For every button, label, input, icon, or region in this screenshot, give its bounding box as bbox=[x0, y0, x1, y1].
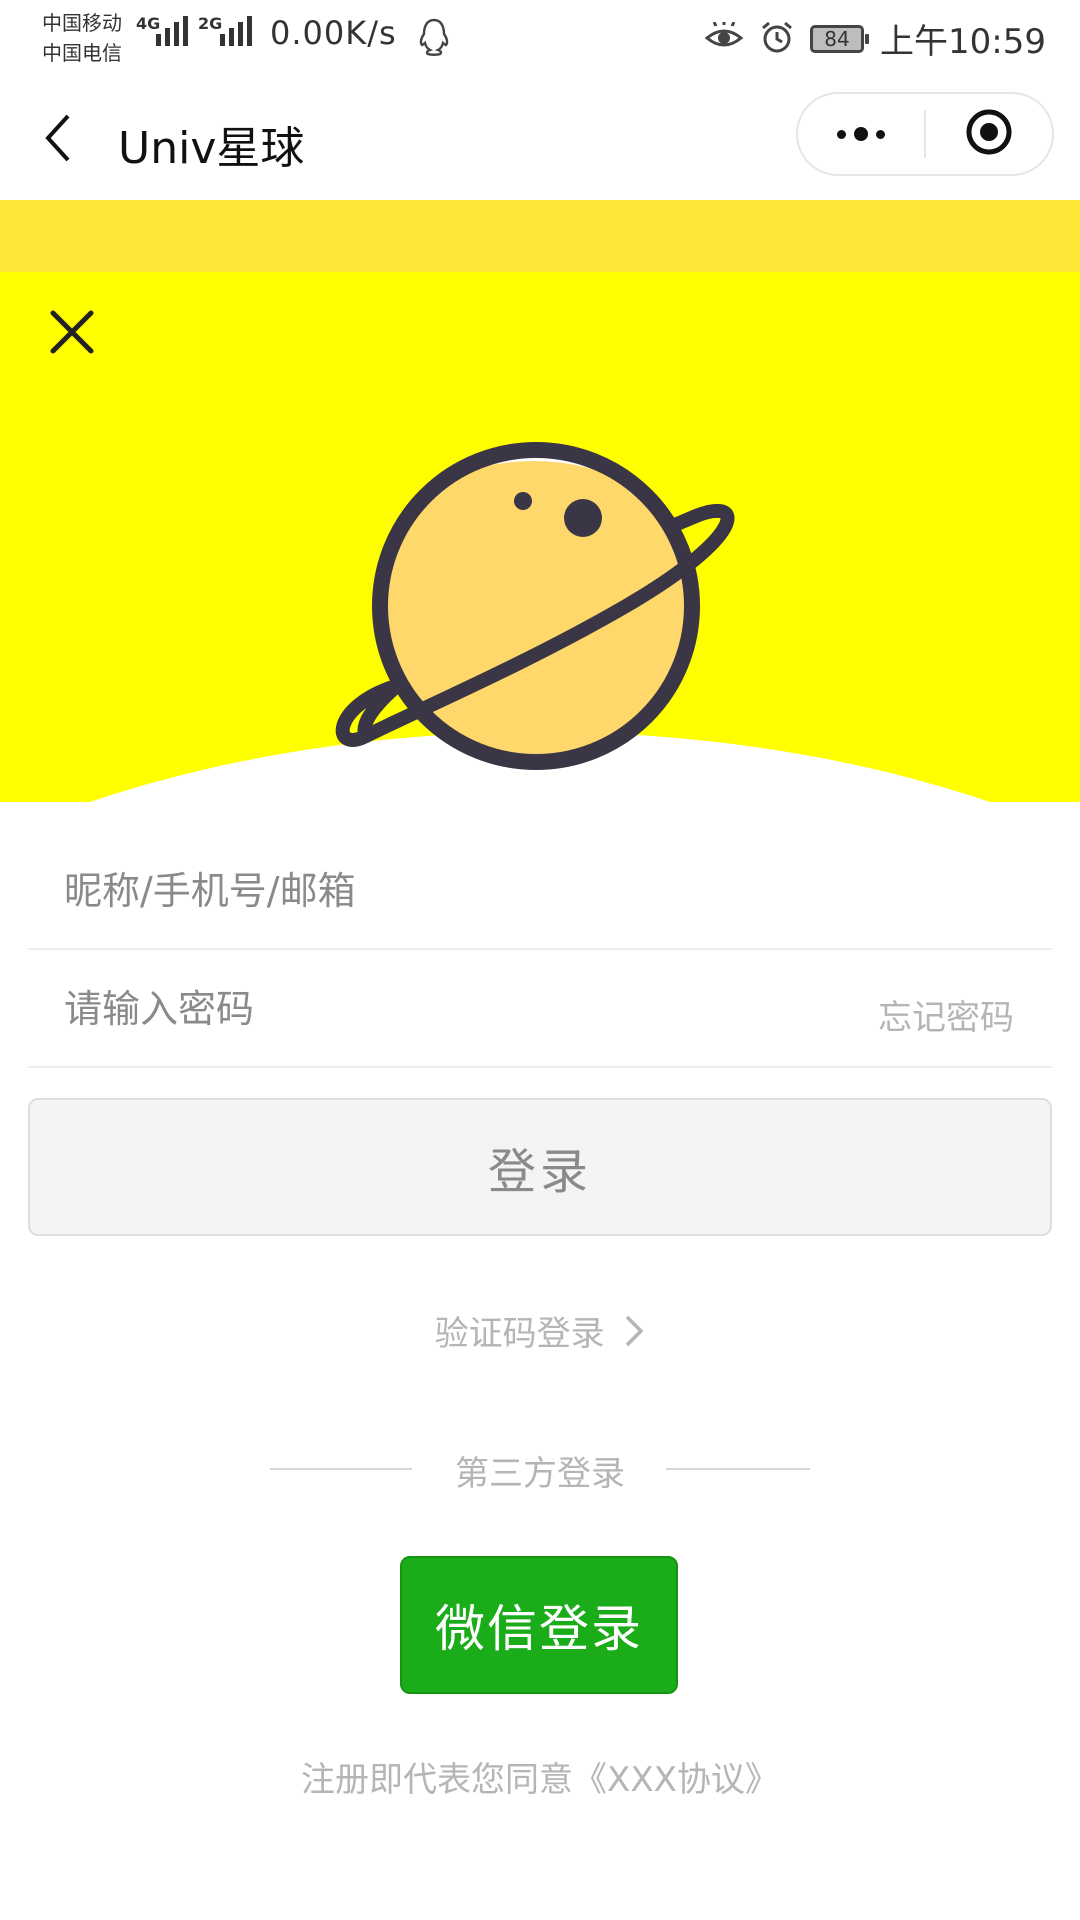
wechat-login-button[interactable]: 微信登录 bbox=[400, 1556, 678, 1694]
carrier-info: 中国移动 中国电信 bbox=[42, 8, 132, 68]
back-arrow-icon[interactable] bbox=[40, 112, 76, 168]
mini-program-capsule bbox=[796, 92, 1054, 176]
login-button[interactable]: 登录 bbox=[28, 1098, 1052, 1236]
forgot-password-link[interactable]: 忘记密码 bbox=[878, 990, 1014, 1039]
signal-bars-2-icon bbox=[220, 16, 252, 46]
signal-bars-1-icon bbox=[156, 16, 188, 46]
clock-time: 上午10:59 bbox=[880, 22, 1046, 62]
battery-icon: 84 bbox=[810, 24, 870, 53]
sms-login-link[interactable]: 验证码登录 bbox=[0, 1306, 1080, 1358]
target-close-icon bbox=[964, 107, 1014, 161]
username-input[interactable] bbox=[64, 834, 824, 948]
chevron-right-icon bbox=[623, 1313, 645, 1358]
planet-logo bbox=[326, 436, 756, 790]
status-right: 84 上午10:59 bbox=[704, 14, 1046, 63]
eye-icon bbox=[704, 20, 744, 56]
more-dots-icon bbox=[837, 127, 885, 141]
qq-penguin-icon bbox=[418, 18, 450, 60]
navigation-bar: Univ星球 bbox=[0, 78, 1080, 200]
network-speed: 0.00K/s bbox=[270, 14, 397, 52]
hero-banner bbox=[0, 272, 1080, 802]
more-button[interactable] bbox=[798, 94, 924, 174]
alarm-clock-icon bbox=[760, 20, 794, 58]
third-party-label: 第三方登录 bbox=[455, 1454, 625, 1494]
username-field bbox=[28, 834, 1052, 950]
hero-top-band bbox=[0, 200, 1080, 272]
password-input[interactable] bbox=[64, 952, 824, 1066]
close-icon[interactable] bbox=[48, 308, 96, 360]
sms-login-label: 验证码登录 bbox=[434, 1314, 605, 1354]
carrier-1: 中国移动 bbox=[42, 11, 122, 35]
page-title: Univ星球 bbox=[118, 123, 305, 174]
network-type-2: 2G bbox=[198, 14, 223, 33]
status-bar: 中国移动 中国电信 4G 2G 0.00K/s 84 上午10:59 bbox=[0, 0, 1080, 78]
divider-line-right bbox=[666, 1468, 810, 1470]
carrier-2: 中国电信 bbox=[42, 41, 122, 65]
agreement-text[interactable]: 注册即代表您同意《XXX协议》 bbox=[0, 1752, 1080, 1801]
exit-mini-program-button[interactable] bbox=[926, 94, 1052, 174]
third-party-divider: 第三方登录 bbox=[0, 1438, 1080, 1498]
password-field: 忘记密码 bbox=[28, 952, 1052, 1068]
